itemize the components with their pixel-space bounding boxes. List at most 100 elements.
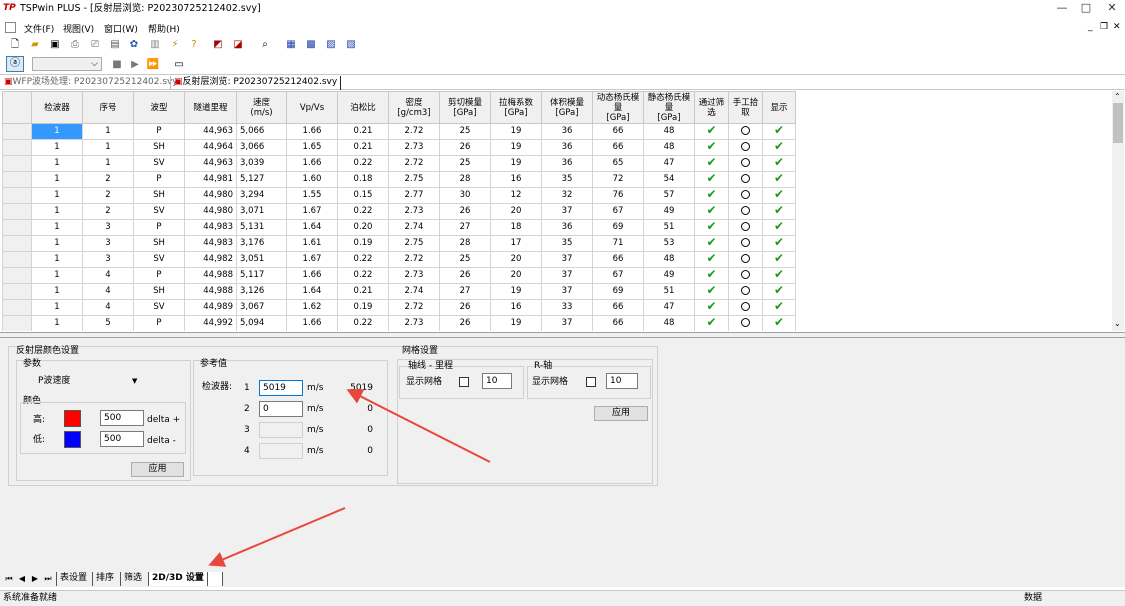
table-cell[interactable]: 2 (82, 171, 134, 188)
table-cell[interactable]: 71 (592, 235, 644, 252)
table-cell[interactable]: 2.72 (388, 155, 440, 172)
display-cell[interactable]: ✔ (762, 251, 796, 268)
passed-filter-cell[interactable]: ✔ (694, 299, 729, 316)
table-cell[interactable]: 2.75 (388, 235, 440, 252)
table-row[interactable]: 1 1 SH 44,964 3,066 1.65 0.21 2.73 26 19 36 66 48 ✔ ✔ (2, 139, 796, 156)
table-row[interactable]: 1 4 P 44,988 5,117 1.66 0.22 2.73 26 20 37 67 49 ✔ ✔ (2, 267, 796, 284)
display-cell[interactable]: ✔ (762, 139, 796, 156)
table-cell[interactable]: 47 (643, 155, 695, 172)
column-header[interactable]: 动态杨氏模 量 [GPa] (592, 91, 644, 124)
table-cell[interactable]: 1.66 (286, 123, 338, 140)
table-cell[interactable]: 36 (541, 139, 593, 156)
table-cell[interactable]: 2.72 (388, 299, 440, 316)
manual-pick-cell[interactable] (728, 315, 763, 331)
manual-pick-cell[interactable] (728, 203, 763, 220)
menu-view[interactable]: 视图(V) (63, 22, 94, 35)
passed-filter-cell[interactable]: ✔ (694, 123, 729, 140)
table-cell[interactable]: 36 (541, 155, 593, 172)
table-cell[interactable]: 44,988 (184, 267, 237, 284)
next-sheet-icon[interactable]: ▶ (30, 573, 40, 585)
manual-pick-cell[interactable] (728, 139, 763, 156)
column-header[interactable]: 通过筛 选 (694, 91, 729, 124)
sheet-tab-2d3d-settings[interactable]: 2D/3D 设置 (148, 572, 208, 586)
param-select[interactable]: P波速度 ▼ (26, 374, 143, 388)
help-icon[interactable]: ? (187, 38, 201, 52)
table-cell[interactable]: 69 (592, 219, 644, 236)
table-cell[interactable]: 36 (541, 123, 593, 140)
table-cell[interactable]: 5,094 (236, 315, 287, 331)
passed-filter-cell[interactable]: ✔ (694, 235, 729, 252)
table-cell[interactable]: 2.72 (388, 123, 440, 140)
row-header[interactable] (2, 267, 32, 284)
table-cell[interactable]: 2.77 (388, 187, 440, 204)
table-cell[interactable]: 35 (541, 235, 593, 252)
table-cell[interactable]: 76 (592, 187, 644, 204)
passed-filter-cell[interactable]: ✔ (694, 251, 729, 268)
tool-d-icon[interactable]: ▧ (344, 38, 358, 52)
table-cell[interactable]: 0.22 (337, 315, 389, 331)
table-cell[interactable]: P (133, 267, 185, 284)
display-cell[interactable]: ✔ (762, 171, 796, 188)
row-header[interactable] (2, 187, 32, 204)
table-cell[interactable]: 5,117 (236, 267, 287, 284)
table-cell[interactable]: 3,051 (236, 251, 287, 268)
display-cell[interactable]: ✔ (762, 187, 796, 204)
table-row[interactable]: 1 1 SV 44,963 3,039 1.66 0.22 2.72 25 19 36 65 47 ✔ ✔ (2, 155, 796, 172)
row-header[interactable] (2, 155, 32, 172)
table-cell[interactable]: 3,066 (236, 139, 287, 156)
table-cell[interactable]: 0.21 (337, 139, 389, 156)
menu-file[interactable]: 文件(F) (24, 22, 54, 35)
table-cell[interactable]: 1 (31, 283, 83, 300)
table-row[interactable]: 1 3 SV 44,982 3,051 1.67 0.22 2.72 25 20 37 66 48 ✔ ✔ (2, 251, 796, 268)
menu-window[interactable]: 窗口(W) (104, 22, 138, 35)
table-cell[interactable]: 67 (592, 203, 644, 220)
table-cell[interactable]: 44,964 (184, 139, 237, 156)
table-cell[interactable]: 1 (31, 171, 83, 188)
row-header[interactable] (2, 203, 32, 220)
column-header[interactable]: 波型 (133, 91, 185, 124)
table-cell[interactable]: 4 (82, 267, 134, 284)
table-cell[interactable]: 2.75 (388, 171, 440, 188)
table-cell[interactable]: 48 (643, 251, 695, 268)
table-cell[interactable]: P (133, 123, 185, 140)
table-cell[interactable]: 0.21 (337, 123, 389, 140)
grid-apply-button[interactable]: 应用 (594, 406, 648, 421)
table-cell[interactable]: 26 (439, 299, 491, 316)
print-icon[interactable]: ⎙ (68, 38, 82, 52)
column-header[interactable]: 体积模量 [GPa] (541, 91, 593, 124)
table-cell[interactable]: 19 (490, 155, 542, 172)
table-cell[interactable]: 3,176 (236, 235, 287, 252)
open-folder-icon[interactable]: ▰ (28, 38, 42, 52)
table-cell[interactable]: 1.62 (286, 299, 338, 316)
r-show-grid-checkbox[interactable] (586, 377, 596, 387)
column-header[interactable]: 显示 (762, 91, 796, 124)
table-cell[interactable]: 0.15 (337, 187, 389, 204)
column-header[interactable]: 静态杨氏模 量 [GPa] (643, 91, 695, 124)
passed-filter-cell[interactable]: ✔ (694, 267, 729, 284)
table-cell[interactable]: 57 (643, 187, 695, 204)
r-interval-input[interactable]: 10 (606, 373, 638, 389)
table-cell[interactable]: SV (133, 299, 185, 316)
table-row[interactable]: 1 4 SV 44,989 3,067 1.62 0.19 2.72 26 16 33 66 47 ✔ ✔ (2, 299, 796, 316)
combo-select[interactable]: ⌵ (32, 57, 102, 71)
table-cell[interactable]: 54 (643, 171, 695, 188)
row-header[interactable] (2, 139, 32, 156)
table-cell[interactable]: 66 (592, 251, 644, 268)
tool-b-icon[interactable]: ▩ (304, 38, 318, 52)
row-header[interactable] (2, 299, 32, 316)
table-cell[interactable]: 47 (643, 299, 695, 316)
table-cell[interactable]: SH (133, 283, 185, 300)
table-cell[interactable]: 48 (643, 139, 695, 156)
table-cell[interactable]: 16 (490, 171, 542, 188)
manual-pick-cell[interactable] (728, 123, 763, 140)
close-button[interactable]: ✕ (1101, 0, 1123, 16)
table-cell[interactable]: 37 (541, 203, 593, 220)
mdi-minimize-button[interactable]: _ (1088, 22, 1093, 32)
table-cell[interactable]: 3,071 (236, 203, 287, 220)
clipboard-icon[interactable]: ▭ (172, 58, 186, 72)
table-cell[interactable]: 1.61 (286, 235, 338, 252)
passed-filter-cell[interactable]: ✔ (694, 171, 729, 188)
table-cell[interactable]: 44,981 (184, 171, 237, 188)
table-cell[interactable]: P (133, 219, 185, 236)
table-cell[interactable]: 69 (592, 283, 644, 300)
